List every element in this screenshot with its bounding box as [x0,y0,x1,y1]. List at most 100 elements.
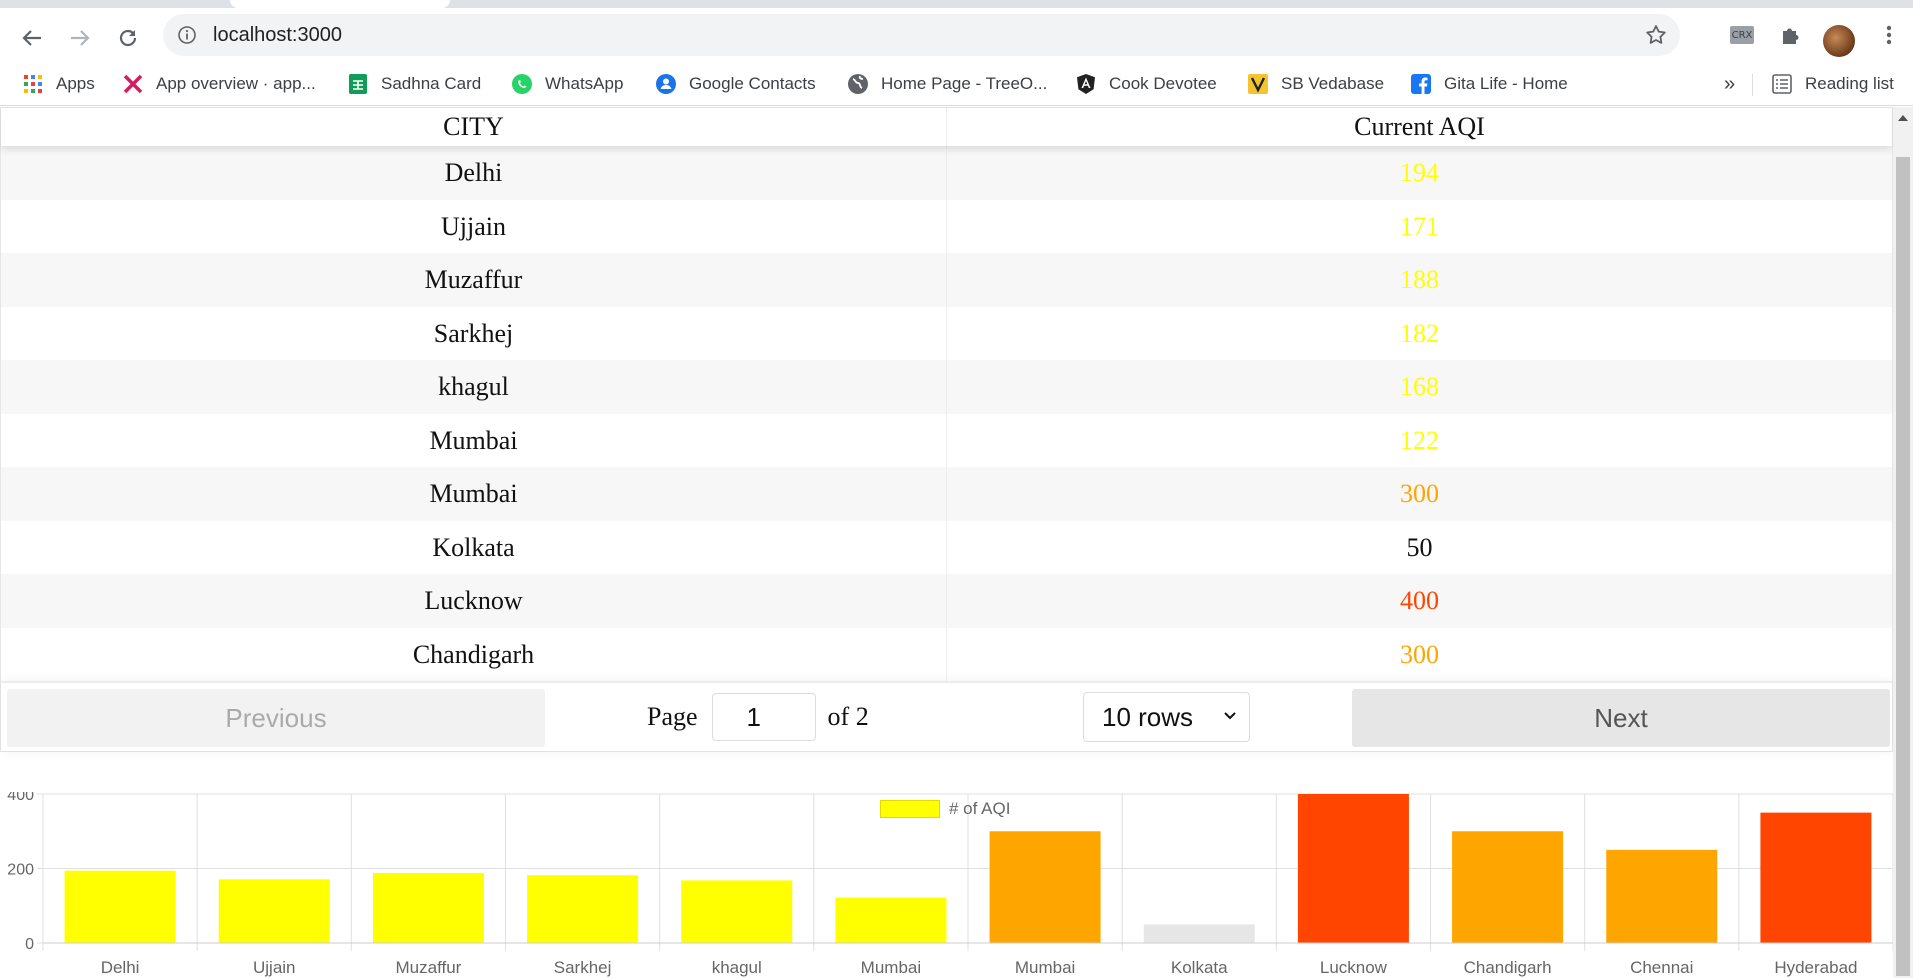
aqi-cell: 194 [1400,158,1439,187]
aqi-cell: 182 [1400,318,1439,348]
x-tick-label: Hyderabad [1774,958,1857,977]
table-row: Sarkhej 182 [1,306,1892,360]
bookmark-cook-devotee[interactable]: Cook Devotee [1075,70,1217,98]
city-cell: Mumbai [1,467,947,521]
x-tick-label: Chennai [1630,958,1693,977]
city-cell: Kolkata [1,520,947,574]
bookmark-label: Cook Devotee [1109,74,1217,93]
table-row: Kolkata 50 [1,520,1892,574]
profile-avatar[interactable] [1823,25,1855,57]
table-body: Delhi 194 Ujjain 171 Muzaffur 188 Sarkhej 182 kh… [1,146,1892,681]
x-tick-label: Lucknow [1320,958,1388,977]
crx-badge: CRX [1730,26,1754,44]
page-content: CITY Current AQI Delhi 194 Ujjain 171 Muzaff… [0,107,1893,978]
city-cell: Muzaffur [1,253,947,307]
reading-list-label: Reading list [1805,74,1894,93]
bookmark-label: WhatsApp [545,74,624,93]
bookmark-app-overview[interactable]: App overview · app... [122,70,316,98]
bookmark-google-contacts[interactable]: Google Contacts [655,70,816,98]
x-tick-label: Ujjain [253,958,296,977]
aqi-cell: 400 [1400,586,1439,615]
whatsapp-icon [511,73,533,95]
chart-bar [64,870,176,943]
browser-menu-button[interactable] [1874,20,1904,50]
previous-button[interactable]: Previous [7,689,545,747]
reading-list-icon [1771,73,1793,95]
bookmark-sadhna-card[interactable]: Sadhna Card [347,70,481,98]
forward-button[interactable] [62,20,98,56]
page-number-input[interactable] [711,693,816,741]
chart-bar [218,879,330,943]
browser-toolbar: localhost:3000 CRX [0,8,1913,62]
x-tick-label: Muzaffur [396,958,462,977]
legend-label: # of AQI [949,799,1011,818]
globe-icon [847,73,869,95]
table-header: CITY Current AQI [1,108,1892,146]
vertical-scrollbar[interactable] [1893,107,1913,978]
y-tick-label: 0 [25,936,34,953]
column-header-city[interactable]: CITY [1,108,947,146]
chart-bar [527,875,639,943]
facebook-icon [1410,73,1432,95]
y-tick-label: 400 [7,792,34,804]
chart-legend[interactable]: # of AQI [880,799,1010,819]
reading-list-button[interactable]: Reading list [1771,70,1894,98]
x-tick-label: Delhi [101,958,140,977]
scroll-up-arrow-icon[interactable] [1898,115,1908,121]
aqi-bar-chart: 0 200 400 Delhi Ujjain Muzaffur Sarkhej khagul M… [0,792,1893,978]
city-cell: khagul [1,360,947,414]
x-tick-label: Sarkhej [554,958,612,977]
aqi-cell: 300 [1400,639,1439,669]
chart-bar [835,897,947,943]
x-tick-label: Mumbai [861,958,921,977]
table-row: Chandigarh 300 [1,627,1892,681]
apps-grid-icon [22,73,44,95]
legend-swatch [880,800,940,818]
aqi-cell: 300 [1400,479,1439,508]
angular-icon [1075,73,1097,95]
chart-bar [372,872,484,943]
city-cell: Delhi [1,146,947,200]
table-row: Delhi 194 [1,146,1892,200]
bookmark-whatsapp[interactable]: WhatsApp [511,70,623,98]
bookmark-label: Sadhna Card [381,74,482,93]
x-tick-label: khagul [712,958,762,977]
pagination-bar: Previous Page of 2 10 rows Next [1,681,1892,751]
column-header-aqi[interactable]: Current AQI [947,108,1892,146]
url-text: localhost:3000 [213,24,342,46]
crx-extension-icon[interactable]: CRX [1727,20,1757,50]
bookmark-label: Google Contacts [689,74,816,93]
puzzle-icon [1783,28,1799,44]
app-overview-icon [122,73,144,95]
reload-button[interactable] [110,20,146,56]
bookmarks-overflow-button[interactable]: » [1724,70,1735,98]
bookmark-apps[interactable]: Apps [22,70,95,98]
contacts-icon [655,73,677,95]
bookmark-gita-life[interactable]: Gita Life - Home [1410,70,1568,98]
rows-per-page-select[interactable]: 10 rows [1083,692,1250,742]
site-info-icon[interactable] [177,25,197,45]
page-indicator: Page of 2 [647,692,869,742]
table-row: Lucknow 400 [1,574,1892,628]
chart-bar [1606,849,1718,943]
extensions-puzzle-icon[interactable] [1776,20,1806,50]
overflow-chevron: » [1724,72,1736,95]
address-bar[interactable]: localhost:3000 [163,14,1680,56]
bookmarks-bar: Apps App overview · app... Sadhna Card W… [0,62,1913,106]
bookmark-home-page[interactable]: Home Page - TreeO... [847,70,1047,98]
next-button[interactable]: Next [1352,689,1890,747]
x-tick-label: Kolkata [1171,958,1228,977]
bookmark-label: App overview · app... [156,74,316,93]
tab-strip [0,0,1913,8]
active-tab[interactable] [230,0,450,8]
back-button[interactable] [14,20,50,56]
chart-bar [681,880,793,943]
aqi-table: CITY Current AQI Delhi 194 Ujjain 171 Muzaff… [0,107,1893,752]
reload-icon [119,29,137,47]
aqi-cell: 188 [1400,265,1439,294]
scrollbar-thumb[interactable] [1896,157,1910,976]
chart-bar [1760,812,1872,943]
bookmark-star-icon[interactable] [1644,23,1668,47]
aqi-cell: 171 [1400,211,1439,241]
bookmark-sb-vedabase[interactable]: SB Vedabase [1247,70,1384,98]
